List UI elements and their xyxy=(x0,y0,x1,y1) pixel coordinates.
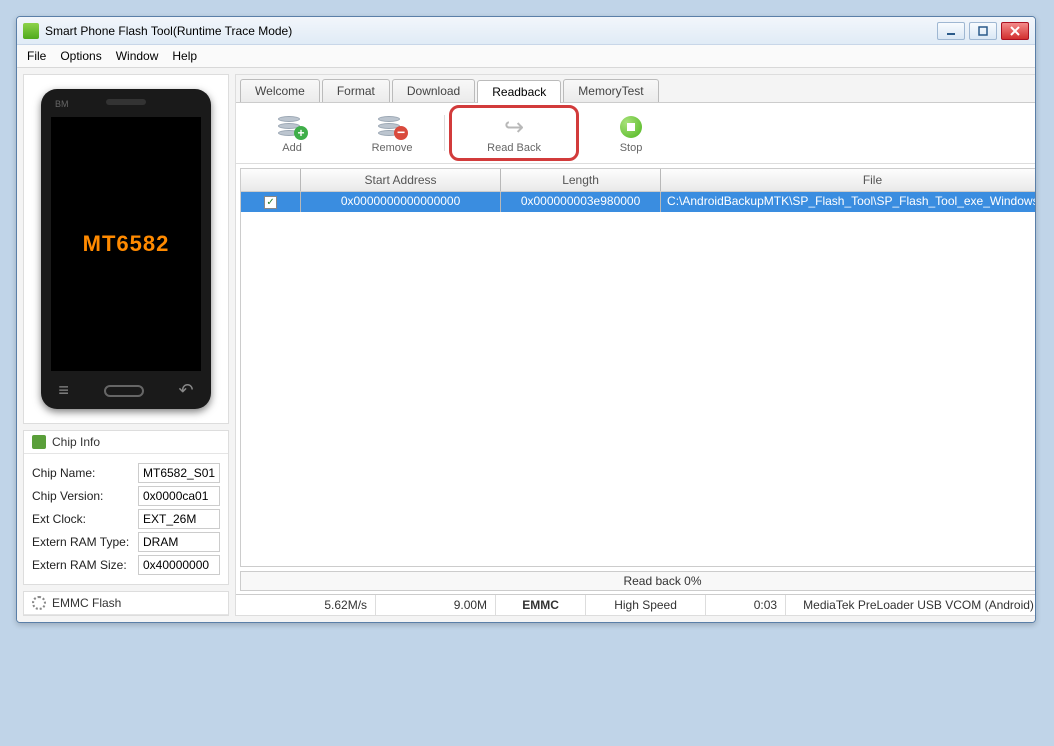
status-size: 9.00M xyxy=(376,595,496,615)
app-window: Smart Phone Flash Tool(Runtime Trace Mod… xyxy=(16,16,1036,623)
minimize-button[interactable] xyxy=(937,22,965,40)
chip-name-label: Chip Name: xyxy=(32,466,138,480)
row-file: C:\AndroidBackupMTK\SP_Flash_Tool\SP_Fla… xyxy=(661,192,1036,212)
col-length[interactable]: Length xyxy=(501,169,661,191)
status-mode: High Speed xyxy=(586,595,706,615)
device-preview: BM MT6582 ≡ ↶ xyxy=(23,74,229,424)
gear-icon xyxy=(32,596,46,610)
status-storage: EMMC xyxy=(496,595,586,615)
toolbar-separator xyxy=(444,115,445,151)
table-row[interactable]: ✓ 0x0000000000000000 0x000000003e980000 … xyxy=(241,192,1036,212)
device-home-icon xyxy=(104,385,144,397)
device-menu-icon: ≡ xyxy=(58,380,69,401)
app-icon xyxy=(23,23,39,39)
status-bar: 5.62M/s 9.00M EMMC High Speed 0:03 Media… xyxy=(236,594,1036,615)
tab-format[interactable]: Format xyxy=(322,79,390,102)
status-time: 0:03 xyxy=(706,595,786,615)
tab-readback[interactable]: Readback xyxy=(477,80,561,103)
chip-version-value[interactable]: 0x0000ca01 xyxy=(138,486,220,506)
ext-clock-label: Ext Clock: xyxy=(32,512,138,526)
db-add-icon: + xyxy=(278,116,306,138)
device-screen-chip: MT6582 xyxy=(51,117,201,371)
chip-name-value[interactable]: MT6582_S01 xyxy=(138,463,220,483)
device-back-icon: ↶ xyxy=(179,380,194,401)
extern-ram-size-label: Extern RAM Size: xyxy=(32,558,138,572)
read-back-button[interactable]: ↩ Read Back xyxy=(464,112,564,154)
stop-button[interactable]: Stop xyxy=(581,112,681,154)
col-file[interactable]: File xyxy=(661,169,1036,191)
extern-ram-size-value[interactable]: 0x40000000 xyxy=(138,555,220,575)
progress-label: Read back 0% xyxy=(623,574,701,588)
chip-version-label: Chip Version: xyxy=(32,489,138,503)
tab-welcome[interactable]: Welcome xyxy=(240,79,320,102)
menu-options[interactable]: Options xyxy=(60,49,101,63)
tabs: Welcome Format Download Readback MemoryT… xyxy=(236,75,1036,103)
chip-info-title: Chip Info xyxy=(52,435,100,449)
progress-bar: Read back 0% xyxy=(240,571,1036,591)
row-checkbox[interactable]: ✓ xyxy=(264,196,277,209)
menubar: File Options Window Help xyxy=(17,45,1035,68)
stop-icon xyxy=(620,116,642,138)
db-remove-icon: − xyxy=(378,116,406,138)
row-start-address: 0x0000000000000000 xyxy=(301,192,501,212)
status-speed: 5.62M/s xyxy=(236,595,376,615)
menu-help[interactable]: Help xyxy=(172,49,197,63)
toolbar: + Add − Remove ↩ Read Back Stop xyxy=(236,103,1036,164)
tab-download[interactable]: Download xyxy=(392,79,475,102)
tab-memorytest[interactable]: MemoryTest xyxy=(563,79,658,102)
chip-icon xyxy=(32,435,46,449)
ext-clock-value[interactable]: EXT_26M xyxy=(138,509,220,529)
remove-button[interactable]: − Remove xyxy=(342,112,442,154)
close-button[interactable] xyxy=(1001,22,1029,40)
col-start-address[interactable]: Start Address xyxy=(301,169,501,191)
read-back-icon: ↩ xyxy=(504,113,524,142)
maximize-button[interactable] xyxy=(969,22,997,40)
emmc-flash-panel: EMMC Flash xyxy=(23,591,229,616)
status-device: MediaTek PreLoader USB VCOM (Android) (C… xyxy=(786,595,1036,615)
window-title: Smart Phone Flash Tool(Runtime Trace Mod… xyxy=(45,24,937,38)
chip-info-panel: Chip Info Chip Name:MT6582_S01 Chip Vers… xyxy=(23,430,229,585)
grid-header: Start Address Length File xyxy=(241,169,1036,192)
read-back-highlight: ↩ Read Back xyxy=(449,105,579,161)
readback-grid: Start Address Length File ✓ 0x0000000000… xyxy=(240,168,1036,567)
device-bm-label: BM xyxy=(55,99,69,109)
extern-ram-type-label: Extern RAM Type: xyxy=(32,535,138,549)
row-length: 0x000000003e980000 xyxy=(501,192,661,212)
menu-window[interactable]: Window xyxy=(116,49,159,63)
add-button[interactable]: + Add xyxy=(242,112,342,154)
emmc-flash-title: EMMC Flash xyxy=(52,596,121,610)
extern-ram-type-value[interactable]: DRAM xyxy=(138,532,220,552)
titlebar[interactable]: Smart Phone Flash Tool(Runtime Trace Mod… xyxy=(17,17,1035,45)
menu-file[interactable]: File xyxy=(27,49,46,63)
